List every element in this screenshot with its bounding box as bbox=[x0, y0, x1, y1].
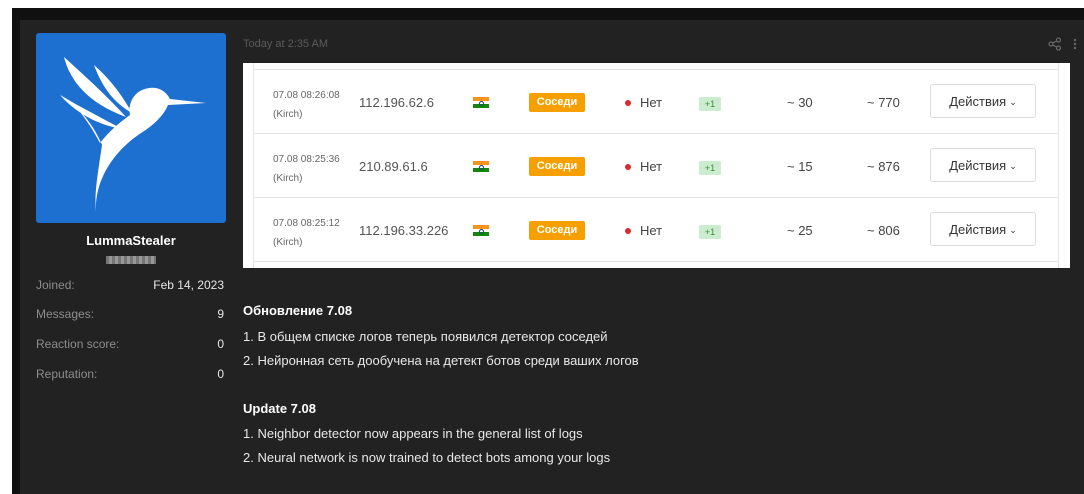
value-approx: ~ 15 bbox=[787, 159, 813, 174]
status-text: Нет bbox=[640, 95, 663, 110]
stat-label: Joined: bbox=[36, 278, 75, 292]
status-dot-icon bbox=[625, 100, 631, 106]
log-datetime: 07.08 08:25:36 (Kirch) bbox=[273, 154, 340, 184]
value-approx: ~ 30 bbox=[787, 95, 813, 110]
stat-value: Feb 14, 2023 bbox=[153, 278, 224, 292]
neighbors-badge: Соседи bbox=[529, 157, 585, 176]
stat-value: 0 bbox=[217, 337, 224, 351]
india-flag-icon bbox=[473, 97, 489, 108]
status-dot-icon bbox=[625, 228, 631, 234]
log-datetime: 07.08 08:26:08 (Kirch) bbox=[273, 90, 340, 120]
user-avatar[interactable] bbox=[36, 33, 226, 223]
more-icon[interactable] bbox=[1070, 37, 1080, 51]
stat-label: Reaction score: bbox=[36, 337, 120, 351]
stat-label: Reputation: bbox=[36, 367, 98, 381]
ip-address: 112.196.33.226 bbox=[359, 223, 449, 238]
table-edge bbox=[1058, 63, 1059, 268]
stat-joined: Joined: Feb 14, 2023 bbox=[36, 278, 226, 296]
actions-button[interactable]: Действия ⌄ bbox=[930, 148, 1036, 182]
chevron-down-icon: ⌄ bbox=[1009, 225, 1017, 235]
username[interactable]: LummaStealer bbox=[36, 233, 226, 248]
status-text: Нет bbox=[640, 159, 663, 174]
update-line-en-2: 2. Neural network is now trained to dete… bbox=[243, 450, 611, 465]
chevron-down-icon: ⌄ bbox=[1009, 161, 1017, 171]
plus-badge: +1 bbox=[699, 97, 721, 111]
table-row: 07.08 08:25:12 (Kirch) 112.196.33.226 Сос… bbox=[254, 197, 1058, 262]
chevron-down-icon: ⌄ bbox=[1009, 97, 1017, 107]
stat-value: 0 bbox=[217, 367, 224, 381]
stat-value[interactable]: 9 bbox=[217, 307, 224, 321]
stat-messages: Messages: 9 bbox=[36, 307, 226, 325]
plus-badge: +1 bbox=[699, 225, 721, 239]
status-dot-icon bbox=[625, 164, 631, 170]
ip-address: 112.196.62.6 bbox=[359, 95, 434, 110]
stat-label: Messages: bbox=[36, 307, 95, 321]
update-line-ru-1: 1. В общем списке логов теперь появился … bbox=[243, 329, 608, 344]
value-approx: ~ 25 bbox=[787, 223, 813, 238]
neighbors-badge: Соседи bbox=[529, 93, 585, 112]
india-flag-icon bbox=[473, 161, 489, 172]
actions-button[interactable]: Действия ⌄ bbox=[930, 212, 1036, 246]
update-title-ru: Обновление 7.08 bbox=[243, 303, 353, 318]
value-approx: ~ 876 bbox=[867, 159, 900, 174]
share-icon[interactable] bbox=[1048, 37, 1062, 51]
neighbors-badge: Соседи bbox=[529, 221, 585, 240]
stat-reaction-score: Reaction score: 0 bbox=[36, 337, 226, 355]
hummingbird-logo-icon bbox=[60, 57, 206, 213]
log-datetime: 07.08 08:25:12 (Kirch) bbox=[273, 218, 340, 248]
update-line-en-1: 1. Neighbor detector now appears in the … bbox=[243, 426, 583, 441]
plus-badge: +1 bbox=[699, 161, 721, 175]
table-row: 07.08 08:25:36 (Kirch) 210.89.61.6 Соседи… bbox=[254, 133, 1058, 198]
status-text: Нет bbox=[640, 223, 663, 238]
user-title-redacted bbox=[106, 256, 156, 264]
update-line-ru-2: 2. Нейронная сеть дообучена на детект бо… bbox=[243, 353, 639, 368]
stat-reputation: Reputation: 0 bbox=[36, 367, 226, 385]
table-row: 07.08 08:26:08 (Kirch) 112.196.62.6 Сосед… bbox=[254, 69, 1058, 134]
value-approx: ~ 770 bbox=[867, 95, 900, 110]
table-row bbox=[254, 261, 1058, 268]
ip-address: 210.89.61.6 bbox=[359, 159, 428, 174]
embedded-screenshot: 07.08 08:26:08 (Kirch) 112.196.62.6 Сосед… bbox=[243, 63, 1070, 268]
actions-button[interactable]: Действия ⌄ bbox=[930, 84, 1036, 118]
value-approx: ~ 806 bbox=[867, 223, 900, 238]
post-timestamp[interactable]: Today at 2:35 AM bbox=[243, 38, 328, 50]
india-flag-icon bbox=[473, 225, 489, 236]
update-title-en: Update 7.08 bbox=[243, 401, 316, 416]
